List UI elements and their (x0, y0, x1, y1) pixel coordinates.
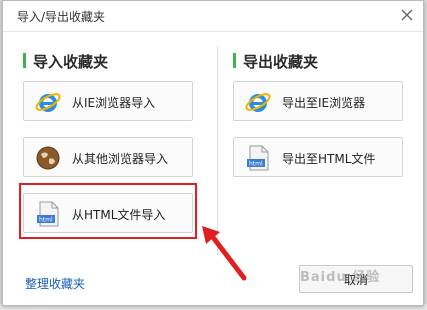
title-bar: 导入/导出收藏夹 (3, 1, 423, 32)
export-to-ie-button[interactable]: 导出至IE浏览器 (233, 81, 403, 121)
red-highlight-box (19, 183, 197, 239)
import-section-heading: 导入收藏夹 (23, 51, 108, 72)
dialog-title: 导入/导出收藏夹 (17, 10, 106, 24)
export-to-html-file-button[interactable]: html 导出至HTML文件 (233, 137, 403, 177)
ie-browser-icon (245, 93, 271, 112)
svg-text:html: html (249, 161, 263, 168)
red-arrow-annotation (202, 226, 247, 281)
import-from-other-browser-label: 从其他浏览器导入 (72, 152, 169, 166)
globe-icon (36, 146, 60, 170)
import-from-ie-button[interactable]: 从IE浏览器导入 (23, 81, 193, 121)
close-button[interactable] (397, 5, 417, 25)
organize-favorites-link[interactable]: 整理收藏夹 (25, 275, 85, 292)
export-section-heading: 导出收藏夹 (233, 51, 318, 72)
close-icon (401, 9, 413, 21)
html-file-icon: html (247, 145, 269, 171)
cancel-button[interactable]: 取消 (299, 265, 413, 293)
ie-browser-icon (35, 93, 61, 112)
export-to-ie-label: 导出至IE浏览器 (282, 96, 366, 110)
import-from-other-browser-button[interactable]: 从其他浏览器导入 (23, 137, 193, 177)
export-to-html-file-label: 导出至HTML文件 (282, 152, 376, 166)
import-from-ie-label: 从IE浏览器导入 (72, 96, 156, 110)
